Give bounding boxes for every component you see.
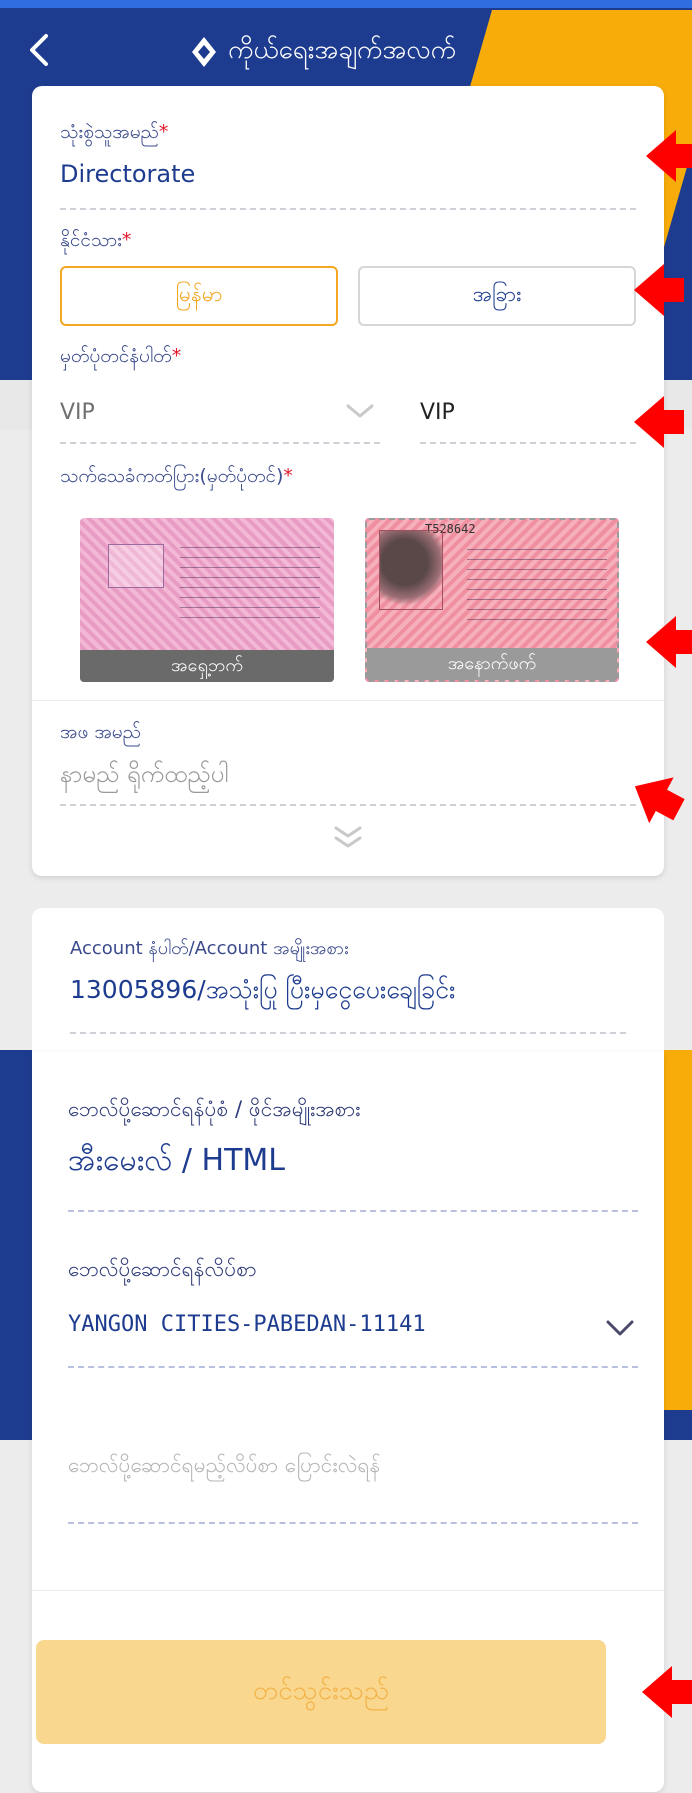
chevron-left-icon (30, 34, 48, 66)
profile-card: သုံးစွဲသူအမည်* Directorate နိုင်ငံသား* မ… (32, 86, 664, 876)
submit-button[interactable]: တင်သွင်းသည် (36, 1640, 606, 1744)
id-prefix-divider (60, 442, 380, 444)
nationality-option-other[interactable]: အခြား (358, 266, 636, 326)
id-card-label-text: သက်သေခံကတ်ပြား(မှတ်ပုံတင်) (60, 465, 284, 487)
id-card-label: သက်သေခံကတ်ပြား(မှတ်ပုံတင်)* (60, 464, 293, 492)
expand-double-chevron-icon[interactable] (330, 824, 366, 852)
bill-address-divider (68, 1366, 638, 1368)
nationality-label-text: နိုင်ငံသား (60, 229, 122, 251)
id-card-front-caption: အရှေ့ဘက် (80, 650, 334, 682)
annotation-arrow-icon (646, 130, 692, 182)
id-number-divider (420, 442, 636, 444)
username-label: သုံးစွဲသူအမည်* (60, 120, 168, 148)
id-number-label-text: မှတ်ပုံတင်နံပါတ် (60, 345, 172, 367)
account-card: Account နံပါတ်/Account အမျိုးအစား 130058… (32, 908, 664, 1058)
annotation-arrow-icon (634, 264, 684, 316)
bill-address-select[interactable]: YANGON CITIES-PABEDAN-11141 (68, 1302, 638, 1354)
id-card-text-lines (180, 538, 320, 627)
nationality-label: နိုင်ငံသား* (60, 228, 131, 256)
username-label-text: သုံးစွဲသူအမည် (60, 121, 159, 143)
id-card-back-upload[interactable]: T528642 အနောက်ဖက် (365, 518, 619, 682)
annotation-arrow-icon (642, 1666, 692, 1718)
id-prefix-select[interactable]: VIP (60, 386, 380, 436)
diamond-logo-icon (192, 36, 216, 67)
required-mark: * (171, 345, 182, 367)
id-card-front-image (80, 518, 334, 650)
account-divider (70, 1032, 626, 1034)
required-mark: * (283, 465, 293, 487)
section-separator (32, 1590, 664, 1591)
account-value: 13005896/အသုံးပြု ပြီးမှငွေပေးချေခြင်း (70, 975, 456, 1004)
username-value: Directorate (60, 160, 196, 188)
id-card-photo-box (108, 544, 164, 588)
username-divider (60, 208, 636, 210)
page-title: ကိုယ်ရေးအချက်အလက် (228, 35, 457, 65)
nationality-option-myanmar[interactable]: မြန်မာ (60, 266, 338, 326)
father-name-placeholder: နာမည် ရိုက်ထည့်ပါ (60, 760, 229, 788)
bill-address-value: YANGON CITIES-PABEDAN-11141 (68, 1312, 426, 1337)
id-card-back-image: T528642 (367, 520, 617, 652)
id-number-value: VIP (420, 400, 455, 425)
id-card-text-lines (467, 540, 607, 629)
annotation-arrow-icon (646, 616, 692, 668)
bill-format-label: ဘေလ်ပို့ဆောင်ရန်ပုံစံ / ဖိုင်အမျိုးအစား (68, 1097, 361, 1121)
change-address-divider (68, 1522, 638, 1524)
account-label: Account နံပါတ်/Account အမျိုးအစား (70, 938, 349, 959)
bill-format-divider (68, 1210, 638, 1212)
bill-format-value: အီးမေးလ် / HTML (68, 1143, 285, 1178)
chevron-down-icon (606, 1320, 634, 1336)
id-number-label: မှတ်ပုံတင်နံပါတ်* (60, 344, 181, 372)
page-title-group: ကိုယ်ရေးအချက်အလက် (190, 32, 456, 71)
bill-address-label: ဘေလ်ပို့ဆောင်ရန်လိပ်စာ (68, 1257, 257, 1281)
section-separator (32, 700, 664, 701)
father-name-divider (60, 804, 636, 806)
id-card-front-upload[interactable]: အရှေ့ဘက် (80, 518, 334, 682)
required-mark: * (158, 121, 169, 143)
id-card-back-caption: အနောက်ဖက် (367, 648, 617, 680)
change-address-placeholder: ဘေလ်ပို့ဆောင်ရမည့်လိပ်စာ ပြောင်းလဲရန် (68, 1453, 381, 1477)
app-header: ကိုယ်ရေးအချက်အလက် (0, 8, 692, 92)
father-name-input[interactable]: နာမည် ရိုက်ထည့်ပါ (60, 752, 636, 796)
id-prefix-value: VIP (60, 400, 95, 425)
id-number-input[interactable]: VIP (420, 386, 636, 436)
change-address-input[interactable]: ဘေလ်ပို့ဆောင်ရမည့်လိပ်စာ ပြောင်းလဲရန် (68, 1444, 638, 1490)
chevron-down-icon (346, 404, 374, 418)
father-name-label: အဖ အမည် (60, 721, 142, 743)
required-mark: * (121, 229, 132, 251)
annotation-arrow-icon (634, 396, 684, 448)
id-card-thumbprint (379, 530, 443, 610)
background-stripe (0, 0, 692, 8)
back-button[interactable] (24, 28, 64, 72)
